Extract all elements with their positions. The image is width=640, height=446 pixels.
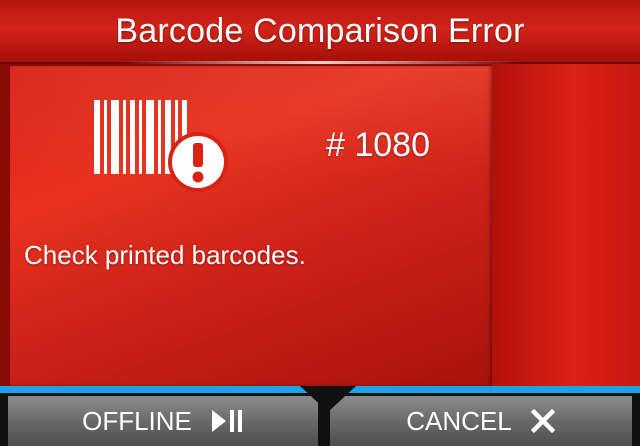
printer-error-screen: Barcode Comparison Error # 1080 Check pr… <box>0 0 640 446</box>
play-pause-icon <box>210 408 244 434</box>
softkey-bar: OFFLINE CANCEL <box>0 386 640 446</box>
pointer-notch <box>300 386 356 412</box>
error-number: # 1080 <box>326 126 430 164</box>
title-bar: Barcode Comparison Error <box>0 0 640 64</box>
offline-button[interactable]: OFFLINE <box>8 396 318 446</box>
offline-label: OFFLINE <box>82 405 192 436</box>
cancel-label: CANCEL <box>406 405 512 436</box>
cancel-button[interactable]: CANCEL <box>330 396 632 446</box>
error-panel: # 1080 Check printed barcodes. <box>10 66 492 386</box>
screen-title: Barcode Comparison Error <box>115 12 525 50</box>
close-icon <box>530 408 556 434</box>
barcode-error-icon <box>90 96 230 196</box>
error-message: Check printed barcodes. <box>24 240 306 270</box>
right-background-panel <box>492 64 640 386</box>
